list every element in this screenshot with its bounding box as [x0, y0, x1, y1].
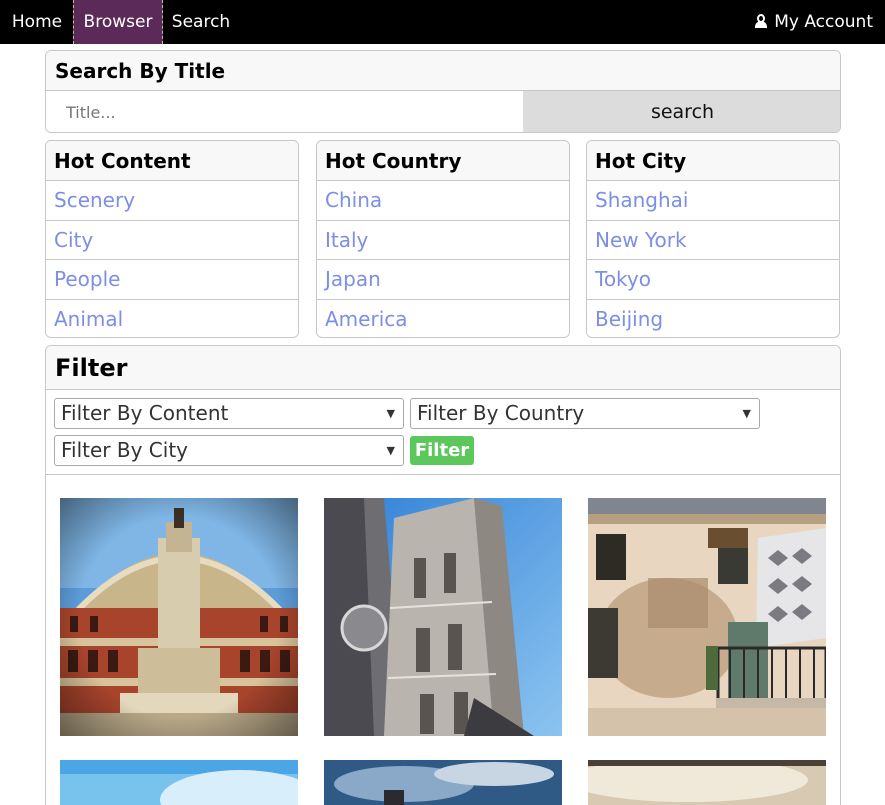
hot-country-panel: Hot Country China Italy Japan America: [316, 140, 570, 338]
filter-panel-title: Filter: [46, 346, 840, 390]
nav-my-account-label: My Account: [774, 12, 873, 32]
nav-my-account[interactable]: My Account: [754, 0, 873, 44]
nav-search[interactable]: Search: [163, 0, 239, 44]
search-panel-title: Search By Title: [46, 51, 840, 91]
hot-country-link[interactable]: Italy: [317, 221, 569, 260]
filter-by-country-select[interactable]: Filter By Country ▼: [410, 398, 760, 429]
hot-content-link[interactable]: City: [46, 221, 298, 260]
filter-by-city-value: Filter By City: [61, 438, 189, 462]
hot-country-link[interactable]: Japan: [317, 260, 569, 300]
dropdown-arrow-icon: ▼: [742, 407, 751, 420]
hot-content-link[interactable]: Animal: [46, 300, 298, 338]
filter-by-country-value: Filter By Country: [417, 401, 585, 425]
hot-content-title: Hot Content: [46, 141, 298, 181]
filter-by-city-select[interactable]: Filter By City ▼: [54, 435, 404, 466]
photo-thumbnail[interactable]: [60, 760, 298, 805]
filter-by-content-value: Filter By Content: [61, 401, 229, 425]
top-navbar: Home Browser Search My Account: [0, 0, 885, 44]
filter-panel: Filter Filter By Content ▼ Filter By Cou…: [45, 345, 841, 805]
hot-content-panel: Hot Content Scenery City People Animal: [45, 140, 299, 338]
photo-thumbnail[interactable]: [324, 760, 562, 805]
photo-thumbnail[interactable]: [324, 498, 562, 736]
search-by-title-panel: Search By Title search: [45, 50, 841, 133]
title-search-input[interactable]: [46, 91, 523, 132]
photo-thumbnail[interactable]: [588, 760, 826, 805]
hot-country-link[interactable]: China: [317, 181, 569, 221]
filter-button[interactable]: Filter: [410, 436, 474, 465]
hot-country-title: Hot Country: [317, 141, 569, 181]
filter-divider: [46, 474, 840, 475]
photo-thumbnail[interactable]: [60, 498, 298, 736]
hot-city-link[interactable]: Beijing: [587, 300, 839, 338]
hot-city-link[interactable]: New York: [587, 221, 839, 260]
photo-thumbnail[interactable]: [588, 498, 826, 736]
nav-browser[interactable]: Browser: [73, 0, 163, 44]
dropdown-arrow-icon: ▼: [386, 407, 395, 420]
hot-content-link[interactable]: People: [46, 260, 298, 300]
hot-city-link[interactable]: Tokyo: [587, 260, 839, 300]
user-icon: [754, 14, 768, 28]
hot-city-title: Hot City: [587, 141, 839, 181]
hot-content-link[interactable]: Scenery: [46, 181, 298, 221]
hot-country-link[interactable]: America: [317, 300, 569, 338]
hot-city-link[interactable]: Shanghai: [587, 181, 839, 221]
dropdown-arrow-icon: ▼: [386, 444, 395, 457]
search-button[interactable]: search: [523, 91, 840, 132]
nav-home[interactable]: Home: [0, 0, 74, 44]
hot-city-panel: Hot City Shanghai New York Tokyo Beijing: [586, 140, 840, 338]
filter-by-content-select[interactable]: Filter By Content ▼: [54, 398, 404, 429]
